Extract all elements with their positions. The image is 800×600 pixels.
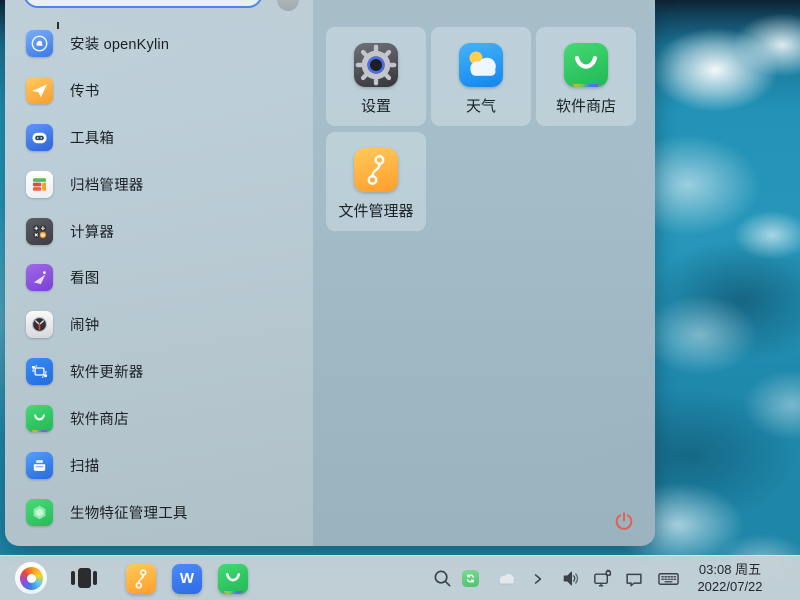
- taskbar: W 03:08 周五 2022/07/22: [0, 555, 800, 600]
- app-item-label: 软件商店: [70, 412, 129, 429]
- tray-display-button[interactable]: [590, 556, 614, 600]
- software-updater-icon: [26, 358, 53, 386]
- tile-weather[interactable]: 天气: [431, 27, 531, 126]
- tray-expand-button[interactable]: [530, 556, 546, 600]
- app-item-label: 软件更新器: [70, 365, 144, 382]
- search-input[interactable]: [25, 0, 261, 6]
- app-item-biometric-tool[interactable]: 生物特征管理工具: [5, 489, 313, 536]
- app-item-app-store[interactable]: 软件商店: [5, 395, 313, 442]
- app-list: 安装 openKylin 传书 工具箱 归档管理器 计算器 看图 闹钟 软件更新…: [5, 20, 313, 536]
- weather-cloud-icon: [499, 573, 514, 584]
- app-item-calculator[interactable]: 计算器: [5, 208, 313, 255]
- calculator-icon: [26, 217, 53, 245]
- volume-icon: [563, 571, 578, 586]
- tray-software-update-button[interactable]: [462, 570, 479, 587]
- start-menu-app-list-panel: 安装 openKylin 传书 工具箱 归档管理器 计算器 看图 闹钟 软件更新…: [5, 0, 313, 546]
- power-icon: [615, 512, 633, 530]
- wps-office-icon: W: [179, 570, 195, 587]
- app-store-icon: [225, 572, 241, 581]
- app-store-icon: [564, 43, 608, 87]
- app-item-label: 计算器: [70, 224, 115, 241]
- clock-time: 03:08 周五: [698, 562, 762, 577]
- tile-label: 设置: [360, 98, 391, 115]
- taskbar-clock[interactable]: 03:08 周五 2022/07/22: [682, 562, 778, 595]
- app-item-label: 安装 openKylin: [70, 36, 170, 53]
- tile-grid: 设置 天气 软件商店 文件管理器: [326, 27, 636, 231]
- app-item-alarm-clock[interactable]: 闹钟: [5, 301, 313, 348]
- image-viewer-icon: [26, 264, 53, 292]
- app-item-toolbox[interactable]: 工具箱: [5, 114, 313, 161]
- tray-weather-button[interactable]: [494, 556, 518, 600]
- expand-menu-button[interactable]: [277, 0, 299, 11]
- weather-icon: [459, 43, 503, 87]
- clock-date: 2022/07/22: [697, 578, 763, 594]
- display-device-icon: [593, 569, 611, 587]
- taskbar-file-manager-button[interactable]: [126, 563, 156, 594]
- taskbar-wps-button[interactable]: W: [172, 563, 202, 594]
- app-item-label: 看图: [70, 271, 100, 288]
- app-item-image-viewer[interactable]: 看图: [5, 254, 313, 301]
- input-method-icon: [657, 573, 679, 585]
- app-item-label: 生物特征管理工具: [70, 505, 188, 522]
- alarm-clock-icon: [26, 311, 53, 339]
- file-manager-icon: [354, 148, 398, 192]
- app-item-label: 扫描: [70, 458, 100, 475]
- app-item-chuanshu[interactable]: 传书: [5, 67, 313, 114]
- app-item-label: 工具箱: [70, 130, 115, 147]
- toolbox-icon: [26, 123, 53, 151]
- tray-messages-button[interactable]: [622, 556, 646, 600]
- tray-volume-button[interactable]: [558, 556, 582, 600]
- expand-chevron-icon: [534, 573, 542, 584]
- app-store-icon: [26, 405, 53, 433]
- tile-label: 软件商店: [555, 98, 616, 115]
- search-box[interactable]: [23, 0, 263, 8]
- search-icon: [434, 570, 450, 587]
- power-button[interactable]: [611, 508, 637, 534]
- scanner-icon: [26, 451, 53, 479]
- biometric-tool-icon: [26, 498, 53, 526]
- app-item-install-openkylin[interactable]: 安装 openKylin: [5, 20, 313, 67]
- messages-icon: [626, 573, 642, 586]
- messenger-icon: [26, 76, 53, 104]
- tile-file-manager[interactable]: 文件管理器: [326, 132, 426, 231]
- app-item-archive-manager[interactable]: 归档管理器: [5, 161, 313, 208]
- taskbar-app-store-button[interactable]: [218, 563, 248, 594]
- multitask-view-button[interactable]: [71, 565, 97, 591]
- settings-icon: [354, 43, 398, 87]
- software-update-icon: [467, 574, 474, 583]
- start-menu-tiles-panel: 设置 天气 软件商店 文件管理器: [313, 0, 655, 546]
- app-item-label: 归档管理器: [70, 177, 144, 194]
- start-menu-panel: 安装 openKylin 传书 工具箱 归档管理器 计算器 看图 闹钟 软件更新…: [5, 0, 655, 546]
- taskbar-search-button[interactable]: [431, 556, 453, 600]
- tile-settings[interactable]: 设置: [326, 27, 426, 126]
- app-item-scanner[interactable]: 扫描: [5, 442, 313, 489]
- tile-label: 天气: [465, 98, 496, 115]
- tray-input-method-button[interactable]: [655, 556, 681, 600]
- start-button[interactable]: [15, 562, 47, 594]
- app-item-label: 传书: [70, 83, 100, 100]
- app-item-label: 闹钟: [70, 318, 100, 335]
- openkylin-installer-icon: [26, 29, 53, 57]
- tile-app-store[interactable]: 软件商店: [536, 27, 636, 126]
- tile-label: 文件管理器: [338, 203, 414, 220]
- app-item-software-updater[interactable]: 软件更新器: [5, 348, 313, 395]
- file-manager-icon: [135, 568, 147, 589]
- archive-manager-icon: [26, 170, 53, 198]
